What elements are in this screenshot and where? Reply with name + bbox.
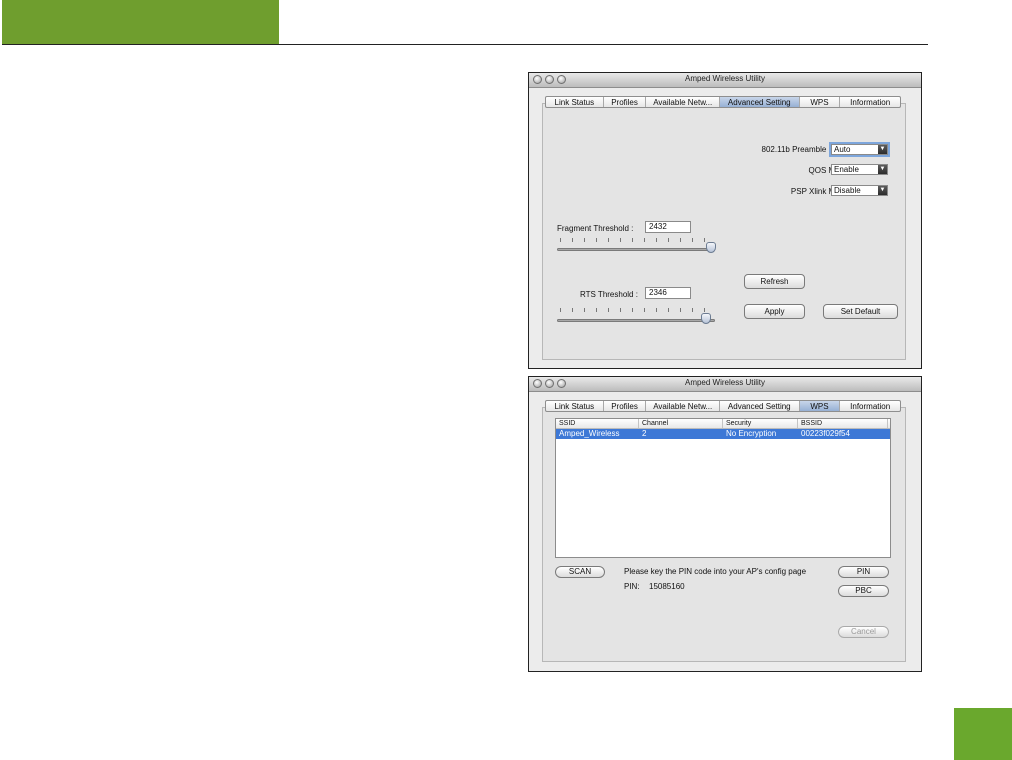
preamble-mode-select[interactable]: Auto ▼ [829, 142, 890, 157]
pin-code-label: PIN: [624, 582, 640, 591]
fragment-slider-ticks [560, 238, 710, 242]
rts-slider-thumb[interactable] [701, 313, 711, 324]
tab-wps[interactable]: WPS [800, 97, 841, 107]
tab-bar: Link Status Profiles Available Netw... A… [545, 400, 901, 412]
rts-threshold-label: RTS Threshold : [580, 290, 638, 299]
pbc-button[interactable]: PBC [838, 585, 889, 597]
cell-channel: 2 [642, 429, 647, 438]
set-default-button[interactable]: Set Default [823, 304, 898, 319]
window-title: Amped Wireless Utility [684, 378, 765, 387]
tab-bar: Link Status Profiles Available Netw... A… [545, 96, 901, 108]
rts-threshold-input[interactable]: 2346 [645, 287, 691, 299]
fragment-threshold-label: Fragment Threshold : [557, 224, 634, 233]
rts-threshold-slider[interactable] [557, 319, 715, 322]
pin-instruction-text: Please key the PIN code into your AP's c… [624, 567, 807, 576]
scan-button[interactable]: SCAN [555, 566, 605, 578]
tab-advanced-setting[interactable]: Advanced Setting [720, 401, 800, 411]
cancel-button[interactable]: Cancel [838, 626, 889, 638]
header-rule [2, 44, 928, 45]
chevron-down-icon: ▼ [878, 186, 887, 195]
cell-security: No Encryption [726, 429, 777, 438]
fragment-threshold-slider[interactable] [557, 248, 715, 251]
page-corner-block [954, 708, 1012, 760]
title-bar[interactable]: Amped Wireless Utility [529, 377, 921, 392]
cell-ssid: Amped_Wireless [559, 429, 620, 438]
column-header-ssid[interactable]: SSID [556, 419, 639, 428]
list-header: SSID Channel Security BSSID [556, 419, 890, 429]
wps-ap-list[interactable]: SSID Channel Security BSSID Amped_Wirele… [555, 418, 891, 558]
chevron-down-icon: ▼ [878, 165, 887, 174]
psp-xlink-mode-value: Disable [834, 186, 861, 195]
column-header-bssid[interactable]: BSSID [798, 419, 888, 428]
pin-button[interactable]: PIN [838, 566, 889, 578]
window-title: Amped Wireless Utility [684, 74, 765, 83]
tab-wps[interactable]: WPS [799, 401, 841, 411]
fragment-threshold-input[interactable]: 2432 [645, 221, 691, 233]
preamble-mode-value: Auto [834, 145, 851, 154]
refresh-button[interactable]: Refresh [744, 274, 805, 289]
table-row[interactable]: Amped_Wireless 2 No Encryption 00223f029… [556, 429, 890, 439]
header-green-tab [2, 0, 279, 44]
tab-available-networks[interactable]: Available Netw... [646, 401, 721, 411]
tab-profiles[interactable]: Profiles [604, 97, 647, 107]
tab-profiles[interactable]: Profiles [604, 401, 647, 411]
utility-window-advanced: Amped Wireless Utility Link Status Profi… [528, 72, 922, 369]
utility-window-wps: Amped Wireless Utility Link Status Profi… [528, 376, 922, 672]
qos-mode-value: Enable [834, 165, 859, 174]
tab-link-status[interactable]: Link Status [546, 97, 604, 107]
tab-information[interactable]: Information [840, 97, 900, 107]
chevron-down-icon: ▼ [878, 145, 887, 154]
cell-bssid: 00223f029f54 [801, 429, 850, 438]
qos-mode-select[interactable]: Enable ▼ [831, 164, 888, 175]
tab-information[interactable]: Information [840, 401, 900, 411]
psp-xlink-mode-select[interactable]: Disable ▼ [831, 185, 888, 196]
column-header-channel[interactable]: Channel [639, 419, 723, 428]
tab-advanced-setting[interactable]: Advanced Setting [720, 97, 800, 107]
column-header-security[interactable]: Security [723, 419, 798, 428]
title-bar[interactable]: Amped Wireless Utility [529, 73, 921, 88]
rts-slider-ticks [560, 308, 710, 312]
pin-code-value: 15085160 [649, 582, 685, 591]
fragment-slider-thumb[interactable] [706, 242, 716, 253]
apply-button[interactable]: Apply [744, 304, 805, 319]
tab-link-status[interactable]: Link Status [546, 401, 604, 411]
tab-available-networks[interactable]: Available Netw... [646, 97, 721, 107]
